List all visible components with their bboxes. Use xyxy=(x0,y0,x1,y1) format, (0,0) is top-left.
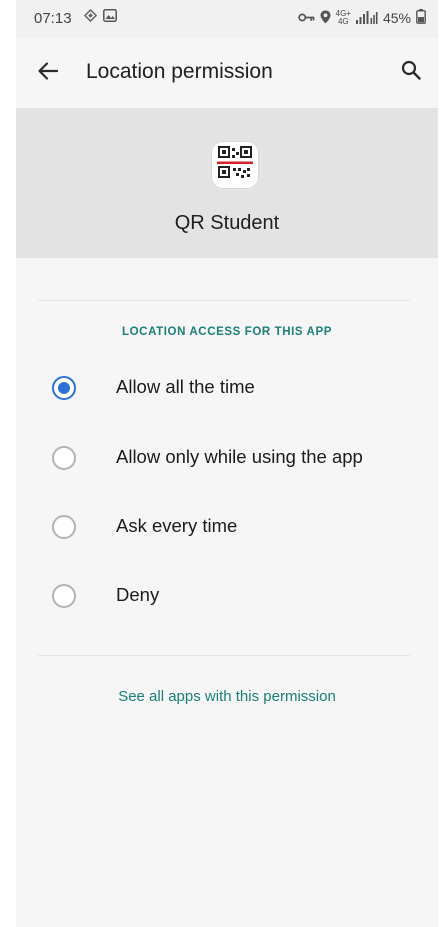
see-all-apps-link[interactable]: See all apps with this permission xyxy=(16,688,438,705)
signal-icon xyxy=(355,10,378,27)
app-bar: Location permission xyxy=(16,38,438,108)
option-deny[interactable]: Deny xyxy=(16,570,438,618)
radio-unselected[interactable] xyxy=(52,446,76,470)
option-label: Ask every time xyxy=(116,515,238,536)
app-header: QR Student xyxy=(16,108,438,258)
option-label: Allow only while using the app xyxy=(116,446,363,467)
battery-icon xyxy=(416,9,426,27)
app-icon xyxy=(211,141,259,189)
radio-unselected[interactable] xyxy=(52,584,76,608)
option-ask-every-time[interactable]: Ask every time xyxy=(16,501,438,549)
section-title: LOCATION ACCESS FOR THIS APP xyxy=(122,326,332,338)
search-button[interactable] xyxy=(398,59,424,85)
radio-unselected[interactable] xyxy=(52,515,76,539)
status-bar: 07:13 4G+ 4G 45% xyxy=(16,0,438,38)
permission-screen: 07:13 4G+ 4G 45% Location permission QR … xyxy=(16,0,438,927)
search-icon xyxy=(401,60,421,85)
divider-top xyxy=(38,300,410,301)
location-pin-icon xyxy=(320,10,331,27)
arrow-back-icon xyxy=(37,61,59,86)
radio-selected[interactable] xyxy=(52,376,76,400)
option-label: Deny xyxy=(116,584,160,605)
vpn-key-icon xyxy=(297,10,315,26)
page-title: Location permission xyxy=(86,60,273,83)
network-type: 4G+ 4G xyxy=(335,9,351,26)
option-label: Allow all the time xyxy=(116,376,255,397)
option-allow-all-the-time[interactable]: Allow all the time xyxy=(16,362,438,410)
status-time: 07:13 xyxy=(34,10,72,27)
back-button[interactable] xyxy=(34,59,62,87)
qr-code-icon xyxy=(217,145,253,186)
option-allow-while-using[interactable]: Allow only while using the app xyxy=(16,432,438,480)
battery-percent: 45% xyxy=(382,10,411,26)
app-name: QR Student xyxy=(174,212,280,234)
divider-bottom xyxy=(38,655,410,656)
gallery-icon xyxy=(103,9,117,27)
location-diamond-icon xyxy=(83,8,98,27)
